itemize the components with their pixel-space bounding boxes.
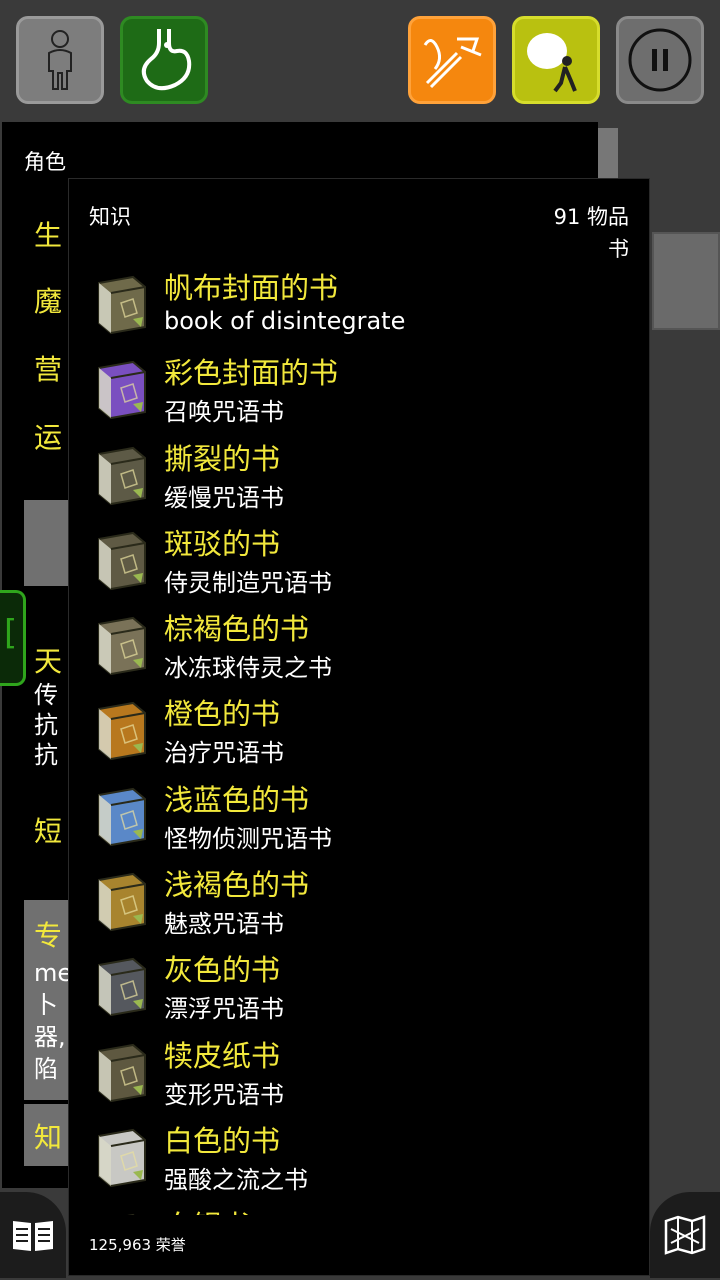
map-tile: [598, 128, 618, 178]
stat-label: 生: [34, 219, 63, 252]
book-list-item[interactable]: 斑驳的书侍灵制造咒语书: [69, 521, 649, 606]
book-name: 帆布封面的书: [164, 271, 339, 305]
book-description: 怪物侦测咒语书: [164, 824, 332, 853]
panel-text: 器,: [34, 1023, 66, 1051]
quiver-button[interactable]: [408, 16, 496, 104]
book-name: 浅褐色的书: [164, 868, 310, 903]
spellbook-icon: [98, 702, 146, 761]
hunger-button[interactable]: [120, 16, 208, 104]
item-count-text: 91 物品: [553, 205, 629, 229]
backpack-icon: [527, 33, 577, 93]
book-description: 缓慢咒语书: [164, 483, 284, 512]
journal-button[interactable]: [0, 1192, 66, 1278]
book-description: 强酸之流之书: [164, 1165, 308, 1194]
book-name: 橙色的书: [164, 697, 281, 732]
panel-text: 陷: [34, 1055, 58, 1083]
book-list-item[interactable]: 撕裂的书 缓慢咒语书: [69, 436, 649, 521]
panel-block: [24, 500, 74, 586]
spellbook-icon: [98, 446, 146, 505]
spellbook-icon: [98, 787, 146, 846]
stat-label: 营: [34, 353, 63, 386]
book-name: 棕褐色的书: [164, 612, 310, 647]
book-list-item[interactable]: 白色的书强酸之流之书: [69, 1118, 649, 1203]
spellbook-icon: [98, 1043, 146, 1102]
panel-text: 卜: [34, 991, 58, 1019]
book-name: 斑驳的书: [164, 526, 281, 561]
book-list-item[interactable]: 浅蓝色的书怪物侦测咒语书: [69, 777, 649, 862]
spellbook-icon: [128, 1214, 135, 1215]
stat-label: 运: [34, 421, 63, 454]
section-label: 知: [34, 1121, 63, 1154]
knowledge-title: 知识: [89, 205, 131, 229]
person-icon: [48, 30, 72, 90]
spellbook-icon: [98, 275, 146, 335]
pause-icon: [628, 28, 692, 92]
book-list[interactable]: 帆布封面的书 book of disintegrate 彩色封面的书 召唤咒语书 撕裂的…: [69, 265, 649, 1215]
section-label: 天: [34, 645, 63, 678]
spellbook-icon: [98, 531, 146, 590]
category-label: 书: [608, 237, 629, 261]
spellbook-icon: [98, 361, 146, 420]
book-description: 侍灵制造咒语书: [164, 568, 332, 597]
side-tab[interactable]: [: [0, 590, 26, 686]
stat-label: 魔: [34, 285, 63, 318]
section-label: 短: [34, 815, 63, 848]
book-name: 犊皮纸书: [164, 1038, 281, 1073]
character-title: 角色: [24, 150, 66, 174]
book-name: 灰色的书: [164, 953, 281, 988]
section-label: 专: [34, 919, 63, 952]
map-icon: [664, 1215, 706, 1255]
spellbook-icon: [98, 1128, 146, 1188]
item-count: 91 物品 书: [554, 201, 629, 265]
book-list-item[interactable]: 浅褐色的书魅惑咒语书: [69, 862, 649, 947]
character-button[interactable]: [16, 16, 104, 104]
book-name: 白银书: [164, 1203, 251, 1215]
book-list-item[interactable]: 灰色的书 漂浮咒语书: [69, 947, 649, 1032]
honor-score: 125,963 荣誉: [89, 1236, 186, 1254]
spellbook-icon: [98, 617, 146, 676]
map-tile: [652, 232, 720, 330]
stomach-icon: [141, 29, 192, 91]
quiver-icon: [423, 37, 482, 89]
book-list-item[interactable]: 橙色的书 治疗咒语书: [69, 691, 649, 776]
spellbook-icon: [98, 958, 146, 1017]
book-list-item[interactable]: 帆布封面的书 book of disintegrate: [69, 265, 649, 350]
book-list-item[interactable]: 棕褐色的书冰冻球侍灵之书: [69, 606, 649, 691]
book-description: 召唤咒语书: [164, 398, 284, 427]
book-description: 漂浮咒语书: [164, 995, 284, 1024]
panel-text: 抗: [34, 711, 58, 739]
book-description: 魅惑咒语书: [164, 910, 284, 939]
book-list-item[interactable]: 犊皮纸书 变形咒语书: [69, 1033, 649, 1118]
book-list-item[interactable]: 彩色封面的书召唤咒语书: [69, 350, 649, 435]
spellbook-icon: [98, 873, 146, 932]
panel-text: 抗: [34, 741, 58, 769]
book-description: 治疗咒语书: [164, 739, 284, 768]
inventory-button[interactable]: [512, 16, 600, 104]
bracket-icon: [: [4, 613, 18, 653]
map-button[interactable]: [650, 1192, 720, 1278]
book-description: 变形咒语书: [164, 1080, 284, 1109]
book-description: 冰冻球侍灵之书: [164, 654, 332, 683]
panel-text: me: [34, 959, 73, 987]
pause-button[interactable]: [616, 16, 704, 104]
knowledge-panel: 知识 91 物品 书 帆布封面的书 book of disintegrate 彩色封…: [68, 178, 650, 1276]
book-name: 撕裂的书: [164, 441, 281, 476]
book-description: book of disintegrate: [164, 307, 406, 335]
book-icon: [13, 1221, 53, 1251]
book-name: 浅蓝色的书: [164, 782, 310, 817]
panel-text: 传: [34, 681, 58, 709]
book-name: 白色的书: [164, 1123, 281, 1158]
book-list-item[interactable]: 白银书: [69, 1203, 649, 1215]
book-name: 彩色封面的书: [164, 356, 339, 391]
